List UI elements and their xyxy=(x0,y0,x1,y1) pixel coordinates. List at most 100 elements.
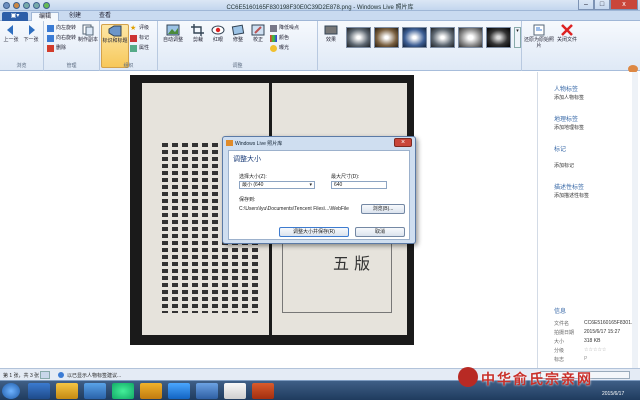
dialog-title: Windows Live 照片库 xyxy=(235,141,283,147)
effect-thumb-4[interactable] xyxy=(430,27,455,48)
dialog-body: 调整大小 选择大小(Z): 最小 (640 ▾ 最大尺寸(D): 640 保存到:… xyxy=(228,150,410,240)
start-button[interactable] xyxy=(2,383,20,399)
delete-icon xyxy=(47,45,54,52)
info-size: 318 KB xyxy=(584,338,601,344)
ribbon: 上一张 下一张 浏览 向左旋转 向右旋转 删除 制作副本 管理 标识和标题 ★ 评… xyxy=(0,21,640,73)
resize-save-button[interactable]: 调整大小并保存(R) xyxy=(279,227,349,237)
minimize-button[interactable]: – xyxy=(578,0,594,10)
maximize-button[interactable]: □ xyxy=(594,0,610,10)
book-stamp: 五 版 xyxy=(333,254,371,273)
app-icon xyxy=(226,140,233,146)
effect-thumb-2[interactable] xyxy=(374,27,399,48)
play-icon[interactable] xyxy=(43,2,50,9)
tab-create[interactable]: 创建 xyxy=(61,12,89,21)
effect-thumb-6[interactable] xyxy=(486,27,511,48)
rotate-right-button[interactable]: 向右旋转 xyxy=(47,34,76,43)
size-select[interactable]: 最小 (640 ▾ xyxy=(239,181,315,189)
info-key: 文件名 xyxy=(554,321,570,327)
view-icon[interactable] xyxy=(40,371,50,379)
max-size-input[interactable]: 640 xyxy=(331,181,387,189)
taskbar-folder-icon[interactable] xyxy=(56,383,78,399)
chevron-down-icon: ▾ xyxy=(309,182,312,188)
title-bar: CC6E5160165F830198F30E0C39D2E878.png - W… xyxy=(0,0,640,11)
resize-dialog: Windows Live 照片库 × 调整大小 选择大小(Z): 最小 (640… xyxy=(222,136,416,244)
status-hint[interactable]: 以已显示人物标签建议... xyxy=(67,372,121,379)
taskbar-doc-icon[interactable] xyxy=(224,383,246,399)
group-navigate: 上一张 下一张 浏览 xyxy=(0,21,44,71)
effect-thumb-3[interactable] xyxy=(402,27,427,48)
color-button[interactable]: 颜色 xyxy=(270,34,289,43)
flag-button[interactable]: 标记 xyxy=(130,34,149,43)
revert-button[interactable]: 还原为原始照片 xyxy=(524,24,554,54)
next-button[interactable]: 下一张 xyxy=(21,24,41,54)
copy-icon xyxy=(82,24,94,36)
file-menu-button[interactable]: ▣▾ xyxy=(2,12,28,21)
crop-icon xyxy=(191,24,204,36)
crop-button[interactable]: 剪裁 xyxy=(188,24,208,54)
group-adjust: 自动调整 剪裁 红眼 修整 校正 降低噪点 颜色 曝光 调整 xyxy=(158,21,318,71)
save-icon[interactable] xyxy=(13,2,20,9)
book-cover-frame: 五 版 xyxy=(282,243,392,313)
auto-adjust-button[interactable]: 自动调整 xyxy=(160,24,186,54)
delete-button[interactable]: 删除 xyxy=(47,44,66,53)
straighten-button[interactable]: 修整 xyxy=(228,24,248,54)
taskbar-photos-icon[interactable] xyxy=(168,383,190,399)
taskbar-ie-icon[interactable] xyxy=(28,383,50,399)
browse-button[interactable]: 浏览(B)... xyxy=(361,204,405,214)
tag-icon xyxy=(108,25,122,37)
group-effects: 效果 ▾ xyxy=(318,21,522,71)
ribbon-tabs: ▣▾ 编辑 创建 查看 xyxy=(0,11,640,21)
rate-button[interactable]: ★ 评级 xyxy=(130,24,149,33)
people-tags-heading: 人物标签 xyxy=(554,87,579,93)
group-label: 浏览 xyxy=(16,63,27,69)
properties-button[interactable]: 属性 xyxy=(130,44,149,53)
tab-edit[interactable]: 编辑 xyxy=(31,12,59,21)
add-tag-link[interactable]: 添加标记 xyxy=(554,162,574,169)
effects-button[interactable]: 效果 xyxy=(320,24,342,54)
save-to-label: 保存到: xyxy=(239,197,256,203)
info-scrollbar[interactable] xyxy=(632,72,638,368)
redo-icon[interactable] xyxy=(33,2,40,9)
gallery-more-icon[interactable]: ▾ xyxy=(514,27,521,48)
taskbar-app2-icon[interactable] xyxy=(196,383,218,399)
taskbar-chrome-icon[interactable] xyxy=(112,383,134,399)
prev-button[interactable]: 上一张 xyxy=(1,24,21,54)
close-file-button[interactable]: 关闭文件 xyxy=(556,24,578,54)
add-desc-tag-link[interactable]: 添加描述性标签 xyxy=(554,192,589,199)
exposure-button[interactable]: 曝光 xyxy=(270,44,289,53)
cancel-button[interactable]: 取消 xyxy=(355,227,405,237)
rotate-left-icon xyxy=(47,25,54,32)
close-window-button[interactable]: x xyxy=(610,0,638,10)
red-eye-button[interactable]: 红眼 xyxy=(208,24,228,54)
close-file-icon xyxy=(561,24,573,36)
effects-icon xyxy=(324,25,338,35)
info-key: 标志 xyxy=(554,357,565,363)
taskbar-app-icon[interactable] xyxy=(84,383,106,399)
revert-icon xyxy=(533,24,545,36)
noise-button[interactable]: 降低噪点 xyxy=(270,24,299,33)
rotate-left-button[interactable]: 向左旋转 xyxy=(47,24,76,33)
group-label: 管理 xyxy=(66,63,77,69)
taskbar-app3-icon[interactable] xyxy=(252,383,274,399)
star-icon: ★ xyxy=(130,25,137,32)
copy-button[interactable]: 制作副本 xyxy=(77,24,99,54)
info-flag[interactable]: P xyxy=(584,356,587,362)
info-key: 拍摄日期 xyxy=(554,330,575,336)
effect-thumb-5[interactable] xyxy=(458,27,483,48)
effect-thumb-1[interactable] xyxy=(346,27,371,48)
undo-icon[interactable] xyxy=(23,2,30,9)
add-people-tag-link[interactable]: 添加人物标签 xyxy=(554,94,584,101)
clock-date: 2015/6/17 xyxy=(602,391,625,397)
taskbar-qq-icon[interactable] xyxy=(140,383,162,399)
save-path-text: C:\Users\lyu\Documents\Tencent Files\...… xyxy=(239,206,349,212)
tab-view[interactable]: 查看 xyxy=(91,12,119,21)
group-label: 调整 xyxy=(232,63,243,69)
retouch-button[interactable]: 校正 xyxy=(248,24,268,54)
dialog-close-button[interactable]: × xyxy=(394,138,412,147)
group-label: 组织 xyxy=(123,63,134,69)
color-icon xyxy=(270,35,277,42)
info-rating[interactable]: ☆☆☆☆☆ xyxy=(584,347,606,353)
add-geo-tag-link[interactable]: 添加地理标签 xyxy=(554,124,584,131)
desc-tags-heading: 描述性标签 xyxy=(554,185,585,191)
info-key: 分级 xyxy=(554,348,565,354)
